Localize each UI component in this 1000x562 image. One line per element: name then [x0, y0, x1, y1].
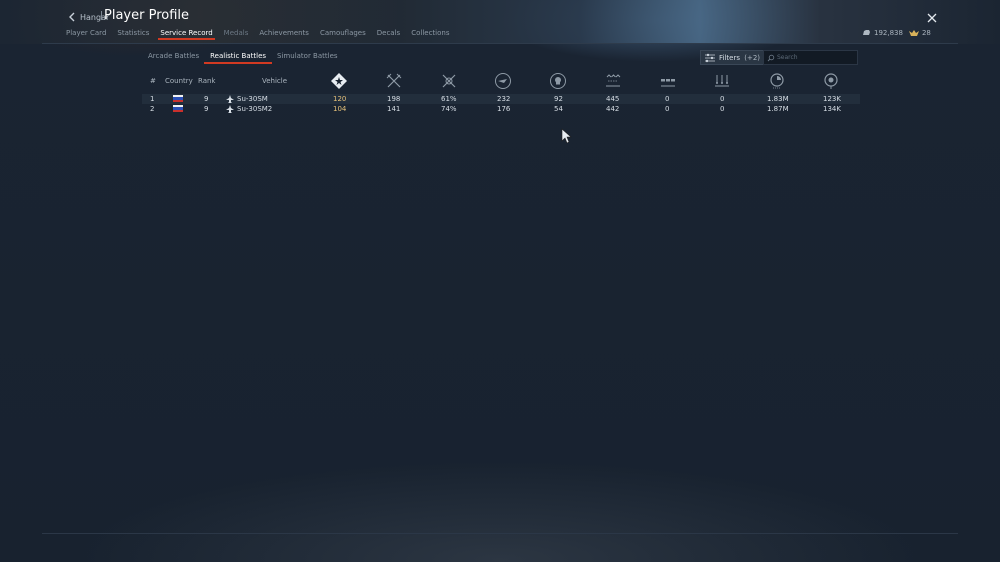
stat-battles: 104: [333, 105, 347, 113]
tab-achievements[interactable]: Achievements: [259, 29, 309, 41]
win-rate-icon[interactable]: [440, 72, 458, 90]
tab-medals[interactable]: Medals: [224, 29, 249, 41]
footer-divider: [42, 533, 958, 534]
stat-air-kills: 445: [606, 95, 620, 103]
silver-lions-icon: [863, 30, 870, 35]
wallet: 192,838 28: [862, 29, 931, 37]
row-rank: 9: [204, 95, 209, 103]
tab-statistics[interactable]: Statistics: [117, 29, 149, 41]
battles-icon[interactable]: [330, 72, 348, 90]
tab-decals[interactable]: Decals: [377, 29, 400, 41]
stat-lions: 123K: [823, 95, 841, 103]
naval-kills-icon[interactable]: [713, 72, 731, 90]
stat-battles: 120: [333, 95, 347, 103]
row-rank: 9: [204, 105, 209, 113]
jet-icon: [226, 95, 234, 103]
stat-victories: 198: [387, 95, 401, 103]
stat-win-rate: 74%: [441, 105, 457, 113]
col-vehicle: Vehicle: [262, 77, 288, 85]
search-input[interactable]: Search: [763, 50, 858, 65]
service-record-table: # Country Rank Vehicle 1 9 Su-30SM 120 1…: [142, 70, 860, 114]
close-icon[interactable]: [926, 12, 938, 24]
col-country: Country: [165, 77, 193, 85]
stat-naval-kills: 0: [720, 95, 725, 103]
filters-count: (+2): [744, 53, 760, 62]
stat-respawns: 176: [497, 105, 511, 113]
row-num: 1: [150, 95, 155, 103]
stat-ground-kills: 0: [665, 105, 670, 113]
stat-experience: 1.83M: [767, 95, 789, 103]
col-rank: Rank: [198, 77, 216, 85]
lions-icon[interactable]: [822, 72, 840, 90]
ground-kills-icon[interactable]: [659, 72, 677, 90]
victories-icon[interactable]: [385, 72, 403, 90]
tab-player-card[interactable]: Player Card: [66, 29, 106, 41]
row-vehicle: Su-30SM: [237, 95, 268, 103]
stat-naval-kills: 0: [720, 105, 725, 113]
search-icon: [767, 54, 775, 61]
filters-button[interactable]: Filters (+2): [700, 50, 764, 65]
subtab-arcade[interactable]: Arcade Battles: [148, 52, 199, 64]
mouse-cursor-icon: [561, 128, 572, 144]
tab-collections[interactable]: Collections: [411, 29, 449, 41]
table-header: # Country Rank Vehicle: [142, 70, 860, 94]
search-placeholder: Search: [777, 54, 798, 61]
golden-eagles-icon: [908, 30, 919, 36]
header-divider: [42, 43, 958, 44]
experience-icon[interactable]: [768, 72, 786, 90]
row-num: 2: [150, 105, 155, 113]
page-title: Player Profile: [104, 8, 190, 23]
golden-eagles-amount: 28: [921, 29, 931, 37]
table-row[interactable]: 2 9 Su-30SM2 104 141 74% 176 54 442 0 0 …: [142, 104, 860, 114]
title-separator: |: [100, 11, 104, 21]
stat-respawns: 232: [497, 95, 511, 103]
subtab-simulator[interactable]: Simulator Battles: [277, 52, 338, 64]
filter-sliders-icon: [705, 53, 715, 62]
stat-win-rate: 61%: [441, 95, 457, 103]
stat-deaths: 54: [554, 105, 563, 113]
silver-lions-amount: 192,838: [874, 29, 903, 37]
tab-service-record[interactable]: Service Record: [158, 29, 215, 41]
subtab-realistic[interactable]: Realistic Battles: [204, 52, 272, 64]
stat-victories: 141: [387, 105, 401, 113]
russia-flag-icon: [173, 105, 183, 112]
stat-lions: 134K: [823, 105, 841, 113]
table-row[interactable]: 1 9 Su-30SM 120 198 61% 232 92 445 0 0 1…: [142, 94, 860, 104]
air-kills-icon[interactable]: [604, 72, 622, 90]
tab-camouflages[interactable]: Camouflages: [320, 29, 366, 41]
russia-flag-icon: [173, 95, 183, 102]
chevron-left-icon: [69, 12, 75, 22]
col-num: #: [150, 77, 156, 85]
stat-ground-kills: 0: [665, 95, 670, 103]
filters-label: Filters: [719, 53, 740, 62]
jet-icon: [226, 105, 234, 113]
stat-experience: 1.87M: [767, 105, 789, 113]
row-vehicle: Su-30SM2: [237, 105, 273, 113]
stat-deaths: 92: [554, 95, 563, 103]
respawns-icon[interactable]: [494, 72, 512, 90]
deaths-icon[interactable]: [549, 72, 567, 90]
battle-mode-tabs: Arcade Battles Realistic Battles Simulat…: [148, 52, 349, 64]
profile-tabs: Player Card Statistics Service Record Me…: [66, 29, 460, 41]
stat-air-kills: 442: [606, 105, 620, 113]
